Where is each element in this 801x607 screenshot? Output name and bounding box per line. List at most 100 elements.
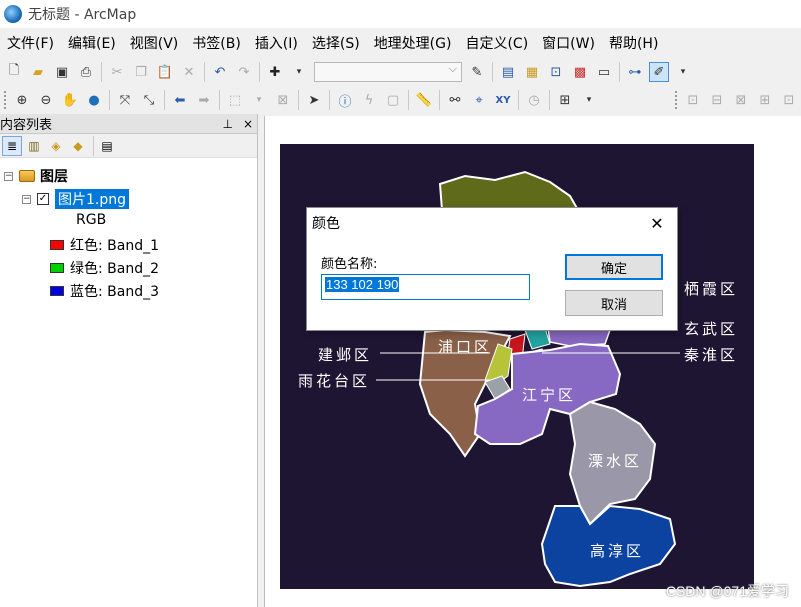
color-name-label: 颜色名称: bbox=[321, 257, 378, 272]
toolbar-separator bbox=[439, 90, 440, 110]
zoom-out-icon[interactable]: ⊖ bbox=[36, 90, 56, 110]
clear-selection-icon[interactable]: ⊠ bbox=[273, 90, 293, 110]
identify-icon[interactable]: ⓘ bbox=[335, 90, 355, 110]
menu-help[interactable]: 帮助(H) bbox=[602, 32, 665, 56]
layer-tree: − 图层 − ✓ 图片1.png RGB 红色: Band_1 绿色: Band… bbox=[0, 158, 257, 598]
add-data-icon[interactable]: ✚ bbox=[265, 62, 285, 82]
python-window-icon[interactable]: ▭ bbox=[594, 62, 614, 82]
list-by-visibility-icon[interactable]: ◈ bbox=[46, 136, 66, 156]
color-name-input[interactable]: 133 102 190 bbox=[321, 274, 530, 300]
green-band-label: 绿色: Band_2 bbox=[70, 261, 160, 277]
toolbar-separator bbox=[518, 90, 519, 110]
find-route-icon[interactable]: ⌖ bbox=[469, 90, 489, 110]
dialog-close-icon[interactable]: ✕ bbox=[637, 208, 677, 238]
label-qinhuai: 秦淮区 bbox=[684, 346, 739, 364]
select-elements-icon[interactable]: ➤ bbox=[304, 90, 324, 110]
forward-extent-icon[interactable]: ➡ bbox=[194, 90, 214, 110]
toolbar-options-icon[interactable]: ▾ bbox=[673, 62, 693, 82]
save-icon[interactable]: ▣ bbox=[52, 62, 72, 82]
collapse-layer-icon[interactable]: − bbox=[22, 194, 31, 204]
menu-insert[interactable]: 插入(I) bbox=[248, 32, 305, 56]
paste-icon[interactable]: 📋 bbox=[155, 62, 175, 82]
full-extent-globe-icon[interactable]: ● bbox=[84, 90, 104, 110]
cancel-button[interactable]: 取消 bbox=[565, 290, 663, 316]
layer-name-label[interactable]: 图片1.png bbox=[55, 189, 130, 209]
label-jiangning: 江宁区 bbox=[522, 386, 577, 404]
copy-icon[interactable]: ❐ bbox=[131, 62, 151, 82]
print-icon[interactable]: ⎙ bbox=[76, 62, 96, 82]
add-data-dropdown-icon[interactable]: ▾ bbox=[289, 62, 309, 82]
toolbar-separator bbox=[408, 90, 409, 110]
toc-header: 内容列表 ⊥ × bbox=[0, 114, 257, 134]
map-scale-combo[interactable] bbox=[314, 62, 462, 82]
toc-toolbar: ≣ ▥ ◈ ◆ ▤ bbox=[0, 134, 257, 158]
toolbar-grip[interactable] bbox=[675, 91, 679, 109]
tools-toolbar: ⊕ ⊖ ✋ ● ⤧ ⤡ ⬅ ➡ ⬚ ▾ ⊠ ➤ ⓘ ϟ ▢ 📏 ⚯ ⌖ XY ◷… bbox=[0, 86, 801, 114]
menu-geoprocessing[interactable]: 地理处理(G) bbox=[367, 32, 459, 56]
cut-icon[interactable]: ✂ bbox=[107, 62, 127, 82]
menu-edit[interactable]: 编辑(E) bbox=[61, 32, 123, 56]
editor-pencil-icon[interactable]: ✐ bbox=[649, 62, 669, 82]
fixed-zoom-in-icon[interactable]: ⤧ bbox=[115, 90, 135, 110]
catalog-icon[interactable]: ▦ bbox=[522, 62, 542, 82]
district-liuhe bbox=[438, 170, 580, 211]
zoom-in-icon[interactable]: ⊕ bbox=[12, 90, 32, 110]
redo-icon[interactable]: ↷ bbox=[234, 62, 254, 82]
dialog-title: 颜色 bbox=[312, 216, 340, 232]
select-dropdown-icon[interactable]: ▾ bbox=[249, 90, 269, 110]
search-window-icon[interactable]: ⊡ bbox=[546, 62, 566, 82]
list-by-drawing-order-icon[interactable]: ≣ bbox=[2, 135, 22, 156]
pin-icon[interactable]: ⊥ bbox=[222, 117, 232, 131]
model-builder-icon[interactable]: ⊶ bbox=[625, 62, 645, 82]
table-of-contents-icon[interactable]: ▤ bbox=[498, 62, 518, 82]
list-by-source-icon[interactable]: ▥ bbox=[24, 136, 44, 156]
editor-toolbar-icon[interactable]: ✎ bbox=[467, 62, 487, 82]
red-band-swatch[interactable] bbox=[50, 240, 64, 250]
ok-button[interactable]: 确定 bbox=[565, 254, 663, 280]
close-icon[interactable]: × bbox=[243, 117, 253, 131]
fixed-zoom-out-icon[interactable]: ⤡ bbox=[139, 90, 159, 110]
tree-row-band-green: 绿色: Band_2 bbox=[50, 258, 159, 278]
menu-file[interactable]: 文件(F) bbox=[0, 32, 61, 56]
arctoolbox-icon[interactable]: ▩ bbox=[570, 62, 590, 82]
list-by-selection-icon[interactable]: ◆ bbox=[68, 136, 88, 156]
georef-tool-1-icon[interactable]: ⊡ bbox=[683, 90, 703, 110]
toc-options-icon[interactable]: ▤ bbox=[97, 136, 117, 156]
back-extent-icon[interactable]: ⬅ bbox=[170, 90, 190, 110]
find-binoculars-icon[interactable]: ⚯ bbox=[445, 90, 465, 110]
root-layer-label[interactable]: 图层 bbox=[40, 166, 68, 186]
menu-bookmarks[interactable]: 书签(B) bbox=[185, 32, 248, 56]
time-slider-icon[interactable]: ◷ bbox=[524, 90, 544, 110]
georef-tool-4-icon[interactable]: ⊞ bbox=[755, 90, 775, 110]
layer-visibility-checkbox[interactable]: ✓ bbox=[37, 193, 49, 205]
menu-view[interactable]: 视图(V) bbox=[123, 32, 186, 56]
georef-tool-5-icon[interactable]: ⊡ bbox=[779, 90, 799, 110]
toolbar-separator bbox=[549, 90, 550, 110]
open-folder-icon[interactable]: ▰ bbox=[28, 62, 48, 82]
blue-band-swatch[interactable] bbox=[50, 286, 64, 296]
collapse-root-icon[interactable]: − bbox=[4, 171, 13, 181]
menu-windows[interactable]: 窗口(W) bbox=[535, 32, 602, 56]
menu-customize[interactable]: 自定义(C) bbox=[458, 32, 535, 56]
pan-hand-icon[interactable]: ✋ bbox=[60, 90, 80, 110]
tree-row-band-red: 红色: Band_1 bbox=[50, 235, 159, 255]
menu-selection[interactable]: 选择(S) bbox=[305, 32, 367, 56]
tree-row-band-blue: 蓝色: Band_3 bbox=[50, 281, 159, 301]
toolbar-separator bbox=[204, 62, 205, 82]
delete-icon[interactable]: ✕ bbox=[179, 62, 199, 82]
toolbar-grip[interactable] bbox=[4, 91, 8, 109]
title-bar: 无标题 - ArcMap bbox=[0, 0, 801, 28]
select-features-icon[interactable]: ⬚ bbox=[225, 90, 245, 110]
create-viewer-window-icon[interactable]: ⊞ bbox=[555, 90, 575, 110]
undo-icon[interactable]: ↶ bbox=[210, 62, 230, 82]
georef-tool-3-icon[interactable]: ⊠ bbox=[731, 90, 751, 110]
hyperlink-icon[interactable]: ϟ bbox=[359, 90, 379, 110]
new-document-icon[interactable]: 🗋 bbox=[4, 62, 24, 82]
html-popup-icon[interactable]: ▢ bbox=[383, 90, 403, 110]
menu-bar: 文件(F) 编辑(E) 视图(V) 书签(B) 插入(I) 选择(S) 地理处理… bbox=[0, 32, 801, 56]
tools-options-icon[interactable]: ▾ bbox=[579, 90, 599, 110]
georef-tool-2-icon[interactable]: ⊟ bbox=[707, 90, 727, 110]
measure-icon[interactable]: 📏 bbox=[414, 90, 434, 110]
green-band-swatch[interactable] bbox=[50, 263, 64, 273]
go-to-xy-icon[interactable]: XY bbox=[493, 90, 513, 110]
